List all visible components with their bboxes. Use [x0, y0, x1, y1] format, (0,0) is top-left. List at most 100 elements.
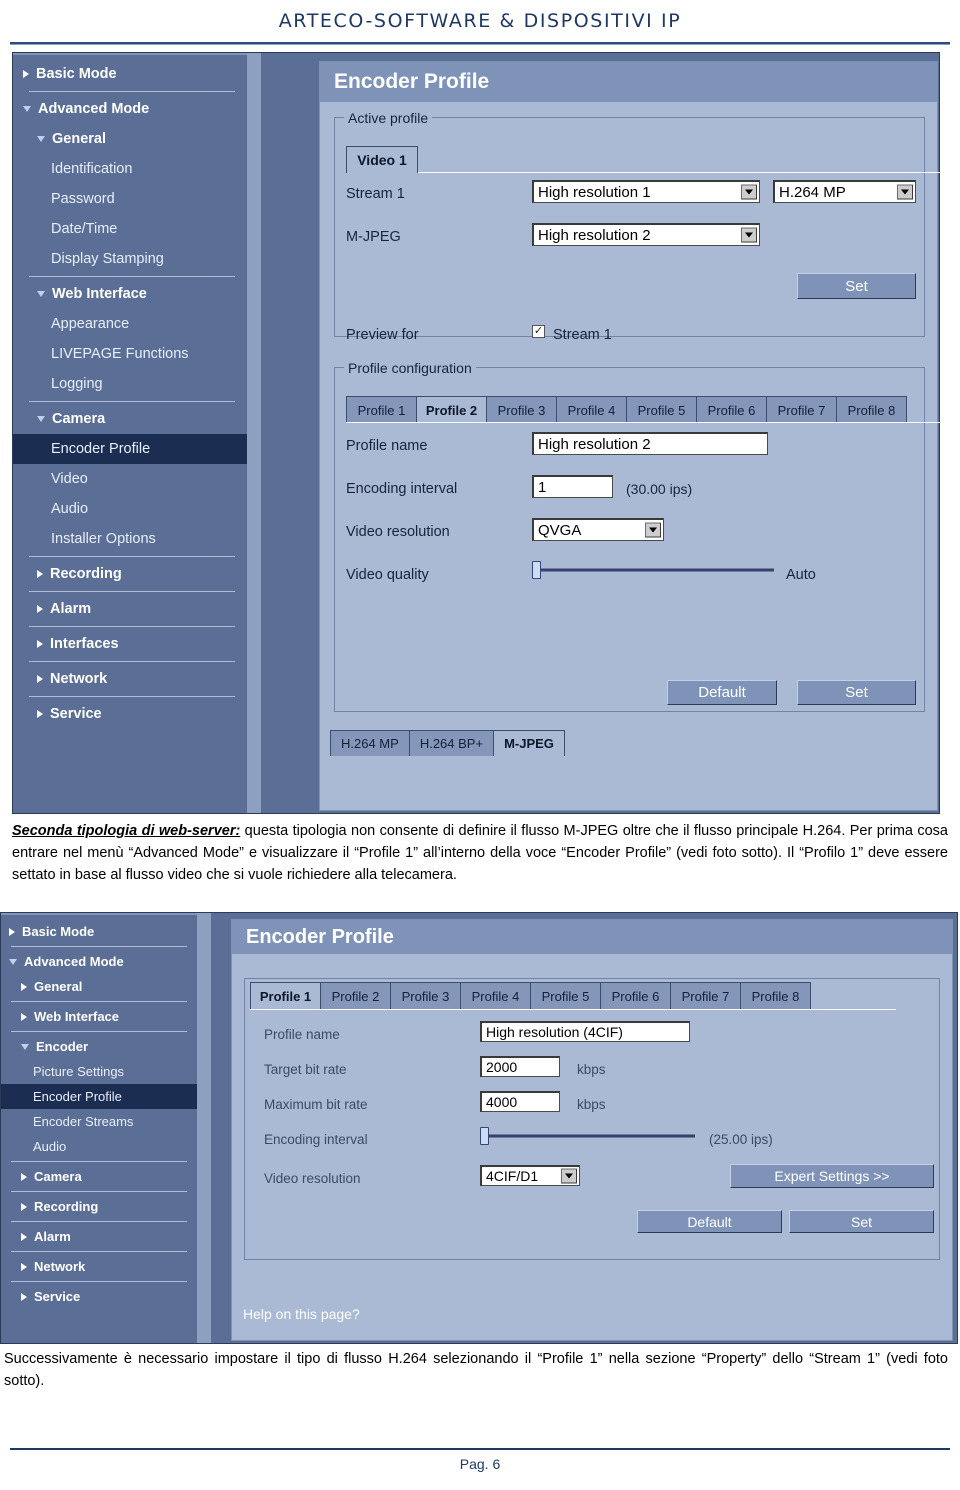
- tab-profile-4[interactable]: Profile 4: [556, 396, 627, 423]
- sidebar-item-network[interactable]: Network: [1, 1254, 197, 1279]
- sidebar-item-web-interface[interactable]: Web Interface: [1, 1004, 197, 1029]
- sidebar-item-encoder-profile[interactable]: Encoder Profile: [1, 1084, 197, 1109]
- tab-profile-2[interactable]: Profile 2: [416, 396, 487, 423]
- tab-video-1[interactable]: Video 1: [346, 146, 418, 173]
- sidebar-item-general[interactable]: General: [13, 124, 247, 154]
- help-on-this-page-link[interactable]: Help on this page?: [233, 1285, 360, 1343]
- video-resolution-combo-1[interactable]: QVGA: [532, 518, 664, 541]
- sidebar-item-interfaces[interactable]: Interfaces: [13, 629, 247, 659]
- sidebar-item-identification[interactable]: Identification: [13, 154, 247, 184]
- video-quality-knob[interactable]: [532, 561, 541, 579]
- tab-profile-4[interactable]: Profile 4: [460, 982, 531, 1010]
- profile-tabstrip-2[interactable]: Profile 1 Profile 2 Profile 3 Profile 4 Prof…: [250, 982, 811, 1010]
- video-resolution-label-2: Video resolution: [264, 1171, 361, 1186]
- tab-h-264-mp[interactable]: H.264 MP: [330, 730, 410, 756]
- sidebar-item-encoder-profile[interactable]: Encoder Profile: [13, 434, 247, 464]
- preview-stream1-checkbox[interactable]: ✓: [532, 325, 545, 338]
- sidebar-item-date-time[interactable]: Date/Time: [13, 214, 247, 244]
- video-resolution-combo-2[interactable]: 4CIF/D1: [480, 1165, 580, 1186]
- sidebar-item-display-stamping[interactable]: Display Stamping: [13, 244, 247, 274]
- video-quality-value-1: Auto: [786, 567, 816, 583]
- profile-tabstrip-1[interactable]: Profile 1 Profile 2 Profile 3 Profile 4 Prof…: [346, 396, 907, 423]
- sidebar-item-alarm[interactable]: Alarm: [13, 594, 247, 624]
- chevron-down-icon[interactable]: [561, 1168, 577, 1184]
- target-bitrate-input[interactable]: 2000: [480, 1056, 560, 1077]
- profile-name-input-2[interactable]: High resolution (4CIF): [480, 1021, 690, 1042]
- sidebar-item-camera[interactable]: Camera: [1, 1164, 197, 1189]
- tab-profile-3[interactable]: Profile 3: [390, 982, 461, 1010]
- tab-profile-5[interactable]: Profile 5: [530, 982, 601, 1010]
- sidebar-item-appearance[interactable]: Appearance: [13, 309, 247, 339]
- tab-profile-7[interactable]: Profile 7: [766, 396, 837, 423]
- sidebar-item-advanced-mode[interactable]: Advanced Mode: [1, 949, 197, 974]
- tab-profile-8[interactable]: Profile 8: [836, 396, 907, 423]
- tab-profile-5[interactable]: Profile 5: [626, 396, 697, 423]
- chevron-right-icon: [21, 1232, 27, 1241]
- sidebar-item-camera[interactable]: Camera: [13, 404, 247, 434]
- tab-profile-1[interactable]: Profile 1: [346, 396, 417, 423]
- sidebar-item-password[interactable]: Password: [13, 184, 247, 214]
- tab-profile-3[interactable]: Profile 3: [486, 396, 557, 423]
- sidebar-scroll-gutter-2[interactable]: [197, 913, 211, 1343]
- chevron-down-icon[interactable]: [741, 227, 757, 243]
- stream1-codec-combo[interactable]: H.264 MP: [773, 180, 916, 203]
- tab-m-jpeg[interactable]: M-JPEG: [493, 730, 565, 756]
- codec-tabstrip[interactable]: H.264 MP H.264 BP+ M-JPEG: [330, 730, 565, 756]
- sidebar-item-label: Installer Options: [51, 531, 156, 547]
- profile-set-button-2[interactable]: Set: [789, 1210, 934, 1233]
- sidebar-separator: [11, 1221, 187, 1222]
- mjpeg-profile-combo[interactable]: High resolution 2: [532, 223, 760, 246]
- chevron-down-icon[interactable]: [645, 522, 661, 538]
- sidebar-item-video[interactable]: Video: [13, 464, 247, 494]
- sidebar-item-recording[interactable]: Recording: [1, 1194, 197, 1219]
- profile-default-button-2[interactable]: Default: [637, 1210, 782, 1233]
- profile-name-label-2: Profile name: [264, 1027, 340, 1042]
- sidebar-item-encoder[interactable]: Encoder: [1, 1034, 197, 1059]
- sidebar-type1: Basic Mode Advanced Mode General Identifica…: [13, 53, 247, 813]
- sidebar-item-general[interactable]: General: [1, 974, 197, 999]
- chevron-right-icon: [37, 675, 43, 683]
- sidebar-item-label: Network: [34, 1259, 86, 1274]
- sidebar-item-audio[interactable]: Audio: [1, 1134, 197, 1159]
- stream1-profile-combo[interactable]: High resolution 1: [532, 180, 760, 203]
- target-bitrate-unit: kbps: [577, 1062, 606, 1077]
- sidebar-item-network[interactable]: Network: [13, 664, 247, 694]
- sidebar-item-label: General: [52, 131, 106, 147]
- sidebar-item-service[interactable]: Service: [1, 1284, 197, 1309]
- tab-profile-8[interactable]: Profile 8: [740, 982, 811, 1010]
- sidebar-item-service[interactable]: Service: [13, 699, 247, 729]
- sidebar-item-advanced-mode[interactable]: Advanced Mode: [13, 94, 247, 124]
- tab-profile-6[interactable]: Profile 6: [600, 982, 671, 1010]
- sidebar-separator: [29, 556, 235, 557]
- video-quality-slider[interactable]: [532, 560, 774, 580]
- sidebar-item-basic-mode[interactable]: Basic Mode: [1, 919, 197, 944]
- profile-set-button-1[interactable]: Set: [797, 680, 916, 705]
- profile-name-input-1[interactable]: High resolution 2: [532, 432, 768, 455]
- sidebar-item-audio[interactable]: Audio: [13, 494, 247, 524]
- sidebar-item-livepage-functions[interactable]: LIVEPAGE Functions: [13, 339, 247, 369]
- sidebar-scroll-gutter[interactable]: [247, 53, 261, 813]
- expert-settings-button[interactable]: Expert Settings >>: [730, 1164, 934, 1188]
- sidebar-item-alarm[interactable]: Alarm: [1, 1224, 197, 1249]
- sidebar-item-web-interface[interactable]: Web Interface: [13, 279, 247, 309]
- sidebar-item-recording[interactable]: Recording: [13, 559, 247, 589]
- sidebar-item-basic-mode[interactable]: Basic Mode: [13, 59, 247, 89]
- max-bitrate-input[interactable]: 4000: [480, 1091, 560, 1112]
- active-profile-set-button[interactable]: Set: [797, 273, 916, 299]
- chevron-down-icon[interactable]: [741, 184, 757, 200]
- tab-profile-2[interactable]: Profile 2: [320, 982, 391, 1010]
- encoding-interval-input-1[interactable]: 1: [532, 475, 613, 498]
- profile-default-button-1[interactable]: Default: [667, 680, 777, 705]
- tab-profile-7[interactable]: Profile 7: [670, 982, 741, 1010]
- encoding-interval-knob[interactable]: [480, 1127, 489, 1145]
- sidebar-item-label: Alarm: [50, 601, 92, 617]
- sidebar-item-picture-settings[interactable]: Picture Settings: [1, 1059, 197, 1084]
- tab-h-264-bp[interactable]: H.264 BP+: [408, 730, 495, 756]
- tab-profile-6[interactable]: Profile 6: [696, 396, 767, 423]
- sidebar-item-installer-options[interactable]: Installer Options: [13, 524, 247, 554]
- encoding-interval-slider[interactable]: [480, 1127, 695, 1145]
- tab-profile-1[interactable]: Profile 1: [250, 982, 321, 1010]
- sidebar-item-logging[interactable]: Logging: [13, 369, 247, 399]
- chevron-down-icon[interactable]: [897, 184, 913, 200]
- sidebar-item-encoder-streams[interactable]: Encoder Streams: [1, 1109, 197, 1134]
